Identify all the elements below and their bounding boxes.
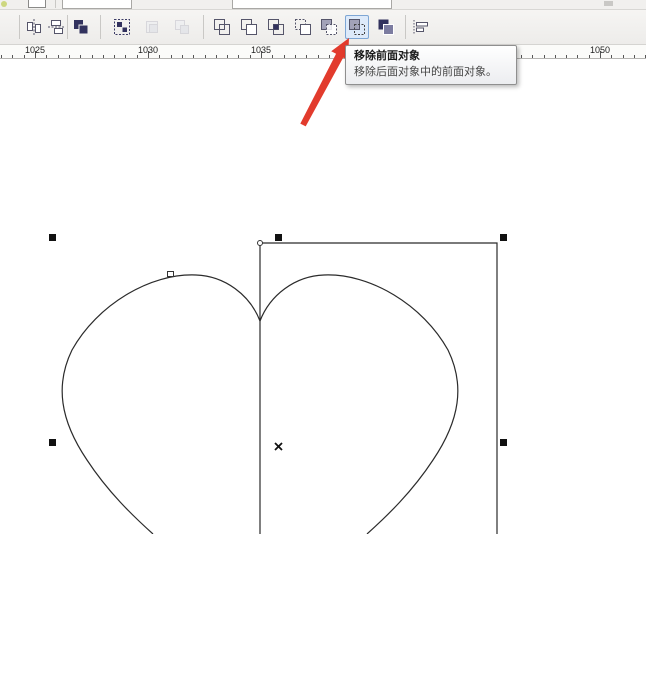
ruler-minor-tick [125,55,126,58]
toolbar-separator [100,15,101,39]
ruler-minor-tick [216,55,217,58]
tooltip-description: 移除后面对象中的前面对象。 [354,66,508,79]
ruler-label: 1030 [138,45,158,55]
ruler-minor-tick [1,55,2,58]
create-boundary-icon[interactable] [376,17,396,37]
ruler-minor-tick [238,55,239,58]
ruler-minor-tick [80,55,81,58]
ruler-minor-tick [306,55,307,58]
ruler-minor-tick [193,55,194,58]
ruler-minor-tick [329,55,330,58]
ruler-label: 1035 [251,45,271,55]
curve-node-marker[interactable] [167,271,174,277]
group-disabled-icon[interactable] [142,17,162,37]
weld-icon[interactable] [212,17,232,37]
toolbar-separator [203,15,204,39]
rectangle-node-marker[interactable] [257,240,263,246]
ruler-minor-tick [159,55,160,58]
cropped-input-fragment[interactable] [232,0,392,9]
ruler-minor-tick [227,55,228,58]
canvas-shapes [0,58,646,534]
toolbar-separator [55,0,56,8]
ruler-minor-tick [634,55,635,58]
ruler-minor-tick [555,55,556,58]
ruler-minor-tick [532,55,533,58]
combine-icon[interactable] [71,17,91,37]
align-center-icon[interactable] [24,17,44,37]
ruler-minor-tick [340,55,341,58]
cropped-tool-icon [1,1,7,7]
marquee-select-icon[interactable] [112,17,132,37]
ruler-minor-tick [171,55,172,58]
ruler-label: 1050 [590,45,610,55]
ruler-minor-tick [92,55,93,58]
ruler-minor-tick [295,55,296,58]
ruler-minor-tick [114,55,115,58]
ruler-minor-tick [24,55,25,58]
ruler-minor-tick [284,55,285,58]
ruler-minor-tick [103,55,104,58]
ruler-minor-tick [205,55,206,58]
simplify-icon[interactable] [293,17,313,37]
trim-icon[interactable] [239,17,259,37]
ungroup-disabled-icon[interactable] [172,17,192,37]
remove-back-objects-icon[interactable] [319,17,339,37]
toolbar-separator [19,15,20,39]
ruler-minor-tick [272,55,273,58]
ruler-minor-tick [521,55,522,58]
ruler-minor-tick [318,55,319,58]
ruler-minor-tick [46,55,47,58]
shape-fragment-icon[interactable] [0,17,10,37]
selection-handle[interactable] [49,234,56,241]
ruler-minor-tick [58,55,59,58]
shaping-toolbar [0,10,646,45]
ruler-minor-tick [137,55,138,58]
cropped-widget-fragment [604,1,613,6]
selection-handle[interactable] [500,234,507,241]
ruler-minor-tick [69,55,70,58]
distribute-icon[interactable] [46,17,66,37]
ruler-minor-tick [611,55,612,58]
ruler-minor-tick [250,55,251,58]
cropped-input-fragment[interactable] [62,0,132,9]
ruler-minor-tick [623,55,624,58]
ruler-minor-tick [589,55,590,58]
selection-handle[interactable] [500,439,507,446]
ruler-minor-tick [566,55,567,58]
ruler-label: 1025 [25,45,45,55]
selection-handle[interactable] [275,234,282,241]
cropped-dropdown-fragment [28,0,46,8]
ruler-minor-tick [12,55,13,58]
horizontal-ruler: 102510301035104010451050 [0,44,646,59]
toolbar-separator [405,15,406,39]
ruler-minor-tick [182,55,183,58]
ruler-minor-tick [577,55,578,58]
cropped-toolbar-sliver [0,0,646,10]
stack-bars-icon[interactable] [411,17,431,37]
selection-handle[interactable] [49,439,56,446]
remove-front-objects-icon[interactable] [345,15,369,39]
tooltip-title: 移除前面对象 [354,50,508,63]
intersect-icon[interactable] [266,17,286,37]
tooltip: 移除前面对象 移除后面对象中的前面对象。 [345,45,517,85]
ruler-minor-tick [544,55,545,58]
toolbar-separator [67,15,68,39]
selection-center-x-marker[interactable] [274,438,283,456]
